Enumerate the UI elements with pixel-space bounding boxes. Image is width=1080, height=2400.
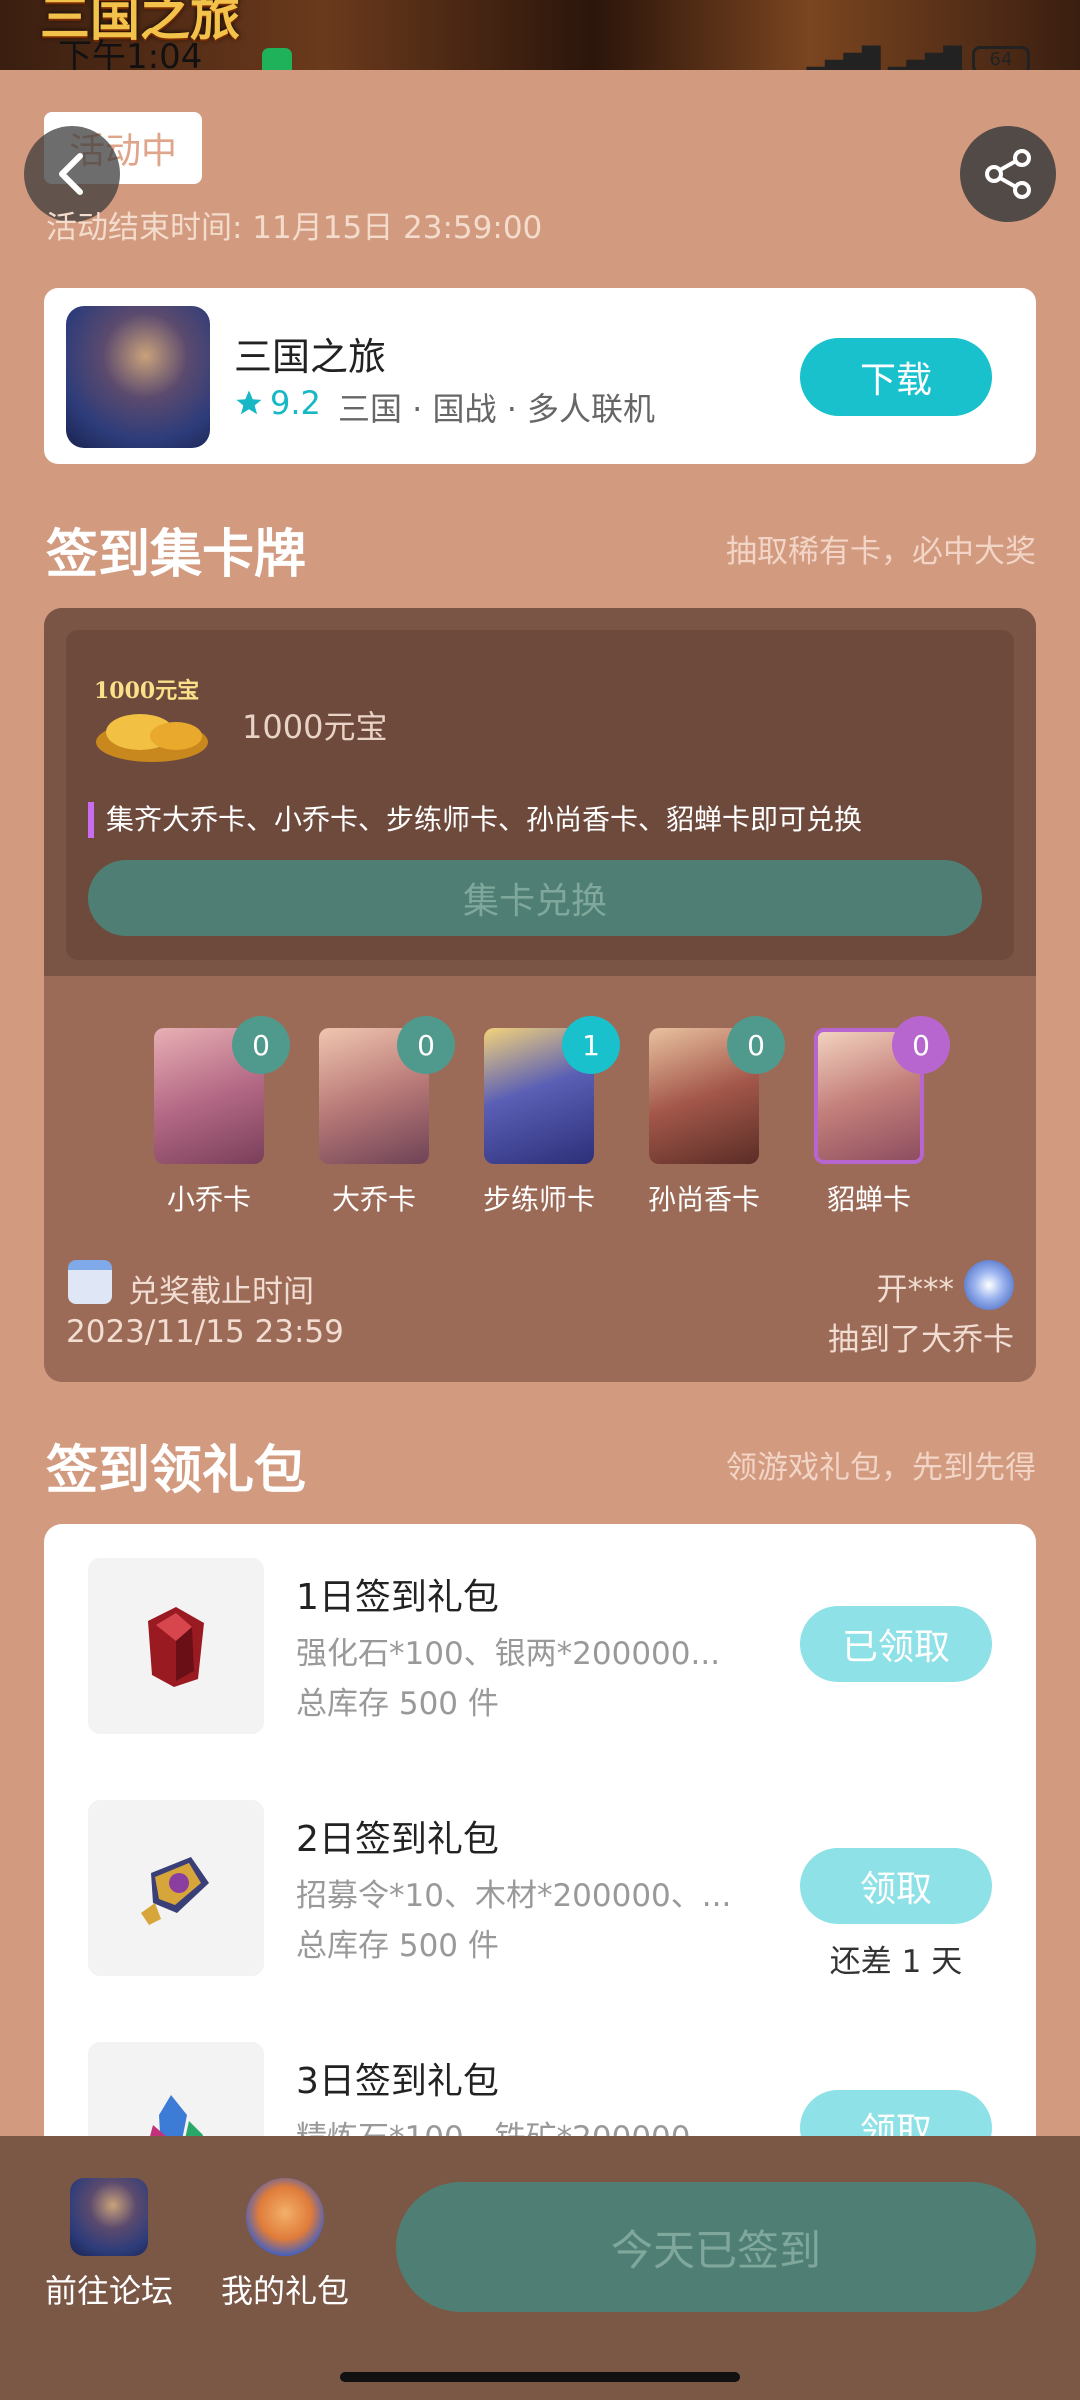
game-banner: 三国之旅 下午1:04 ▂▄▆█ ▂▄▆█ 64 — [0, 0, 1080, 70]
calendar-icon — [68, 1260, 112, 1304]
game-rating: 9.2 — [234, 384, 321, 422]
card-count-badge: 0 — [727, 1016, 785, 1074]
collect-section-subtitle: 抽取稀有卡，必中大奖 — [726, 534, 1036, 570]
card-label: 大乔卡 — [331, 1183, 416, 1216]
download-button[interactable]: 下载 — [800, 338, 992, 416]
card-count-badge: 1 — [562, 1016, 620, 1074]
gift-description: 强化石*100、银两*200000... — [296, 1636, 721, 1672]
gift-thumbnail — [88, 1558, 264, 1734]
card-label: 孙尚香卡 — [647, 1183, 760, 1216]
gift-claim-button[interactable]: 领取 — [800, 1848, 992, 1924]
status-indicators: ▂▄▆█ ▂▄▆█ 64 — [807, 46, 1030, 70]
gift-row: 1日签到礼包 强化石*100、银两*200000... 总库存 500 件 已领… — [44, 1524, 1036, 1754]
bottom-action-bar: 前往论坛 我的礼包 今天已签到 — [0, 2136, 1080, 2400]
rating-value: 9.2 — [270, 384, 321, 422]
star-icon — [236, 390, 262, 415]
share-icon — [985, 149, 1031, 199]
token-icon — [141, 1857, 209, 1925]
gift-thumbnail — [88, 2042, 264, 2144]
card-xiaoqiao[interactable]: 0 小乔卡 — [154, 1016, 290, 1216]
forum-icon — [70, 2178, 148, 2256]
days-remaining: 还差 1 天 — [829, 1944, 963, 1980]
gift-list: 1日签到礼包 强化石*100、银两*200000... 总库存 500 件 已领… — [44, 1524, 1036, 2144]
gift-title: 3日签到礼包 — [296, 2061, 499, 2102]
forum-link[interactable]: 前往论坛 — [34, 2178, 184, 2312]
winner-name: 开*** — [876, 1272, 955, 1308]
status-time: 下午1:04 — [58, 37, 203, 70]
gift-row: 3日签到礼包 精炼石*100、铁矿*200000... 领取 — [44, 2008, 1036, 2144]
winner-result: 抽到了大乔卡 — [828, 1322, 1014, 1358]
gift-row: 2日签到礼包 招募令*10、木材*200000、... 总库存 500 件 领取… — [44, 1766, 1036, 1996]
gift-title: 1日签到礼包 — [296, 1577, 499, 1618]
gift-description: 招募令*10、木材*200000、... — [296, 1878, 732, 1914]
chevron-left-icon — [59, 153, 83, 195]
card-label: 貂蝉卡 — [826, 1183, 911, 1216]
wechat-notification-icon — [262, 48, 292, 70]
card-bulianshi[interactable]: 1 步练师卡 — [483, 1016, 620, 1216]
gift-section-title: 签到领礼包 — [46, 1441, 307, 1501]
forum-label: 前往论坛 — [44, 2272, 173, 2310]
gold-ingot-icon: 1000元宝 — [94, 678, 208, 762]
card-exchange-button[interactable]: 集卡兑换 — [88, 860, 982, 936]
game-name: 三国之旅 — [234, 335, 387, 379]
game-card[interactable]: 三国之旅 9.2 三国 · 国战 · 多人联机 下载 — [44, 288, 1036, 464]
prize-name: 1000元宝 — [242, 708, 388, 746]
signal-icon: ▂▄▆█ ▂▄▆█ — [806, 46, 962, 70]
prize-area: 1000元宝 1000元宝 集齐大乔卡、小乔卡、步练师卡、孙尚香卡、貂蝉卡即可兑… — [44, 608, 1036, 976]
gift-stock: 总库存 500 件 — [296, 1686, 499, 1722]
card-sunshangxiang[interactable]: 0 孙尚香卡 — [648, 1016, 785, 1216]
deadline-label: 兑奖截止时间 — [128, 1274, 314, 1310]
game-tags: 三国 · 国战 · 多人联机 — [338, 390, 656, 428]
game-app-icon[interactable] — [66, 306, 210, 448]
card-collect-panel: 1000元宝 1000元宝 集齐大乔卡、小乔卡、步练师卡、孙尚香卡、貂蝉卡即可兑… — [44, 608, 1036, 1382]
gift-section-subtitle: 领游戏礼包，先到先得 — [726, 1450, 1036, 1486]
gift-stock: 总库存 500 件 — [296, 1928, 499, 1964]
gift-box-icon — [246, 2178, 324, 2256]
card-label: 步练师卡 — [482, 1183, 595, 1216]
card-label: 小乔卡 — [166, 1183, 251, 1216]
card-count-badge: 0 — [397, 1016, 455, 1074]
winner-avatar — [964, 1260, 1014, 1310]
activity-end-time: 活动结束时间: 11月15日 23:59:00 — [46, 210, 543, 246]
card-count-badge: 0 — [892, 1016, 950, 1074]
red-crystal-icon — [148, 1607, 204, 1687]
my-gifts-label: 我的礼包 — [220, 2272, 349, 2310]
prize-image-text: 1000元宝 — [94, 678, 199, 704]
home-indicator[interactable] — [340, 2372, 740, 2382]
collect-section-title: 签到集卡牌 — [46, 525, 307, 585]
card-count-badge: 0 — [232, 1016, 290, 1074]
checkin-button[interactable]: 今天已签到 — [396, 2182, 1036, 2312]
exchange-rule: 集齐大乔卡、小乔卡、步练师卡、孙尚香卡、貂蝉卡即可兑换 — [88, 802, 862, 838]
gift-title: 2日签到礼包 — [296, 1819, 499, 1860]
gift-claimed-button[interactable]: 已领取 — [800, 1606, 992, 1682]
prize-box: 1000元宝 1000元宝 集齐大乔卡、小乔卡、步练师卡、孙尚香卡、貂蝉卡即可兑… — [66, 630, 1014, 960]
card-diaochan[interactable]: 0 貂蝉卡 — [814, 1016, 950, 1216]
card-daqiao[interactable]: 0 大乔卡 — [319, 1016, 455, 1216]
my-gifts-link[interactable]: 我的礼包 — [210, 2178, 360, 2312]
battery-icon: 64 — [972, 46, 1030, 70]
share-button[interactable] — [960, 126, 1056, 222]
gift-thumbnail — [88, 1800, 264, 1976]
deadline-value: 2023/11/15 23:59 — [66, 1314, 344, 1350]
cards-row: 0 小乔卡 0 大乔卡 1 步练师卡 0 孙尚香卡 0 貂蝉卡 — [154, 1016, 950, 1216]
